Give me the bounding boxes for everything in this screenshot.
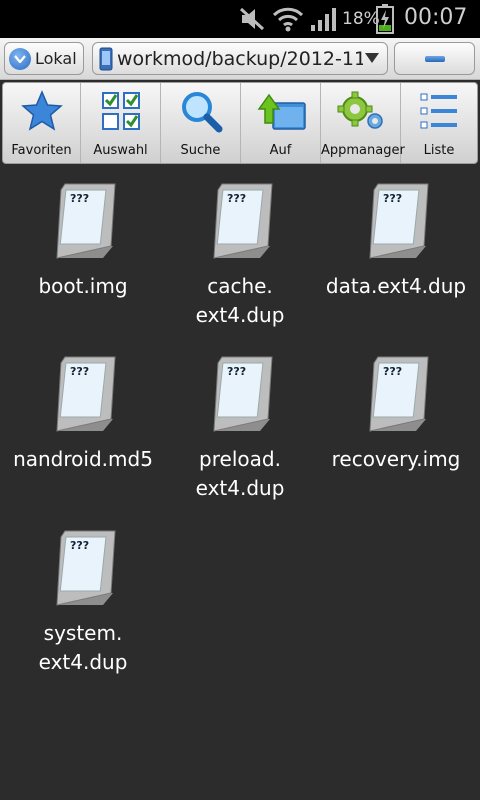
battery-percent: 18% (342, 9, 380, 29)
gears-icon (337, 91, 383, 129)
dropdown-arrow-icon (365, 53, 379, 63)
battery-charging-icon (376, 4, 394, 34)
file-name: nandroid.md5 (13, 447, 153, 471)
phone-icon (99, 47, 113, 70)
appmanager-label: Appmanager (321, 143, 405, 158)
toolbar: Favoriten Auswahl Suche Auf Appmanager L… (2, 82, 478, 164)
file-item[interactable]: ??? cache. ext4.dup (162, 180, 318, 330)
unknown-file-icon: ??? (369, 183, 429, 259)
file-name: recovery.img (331, 447, 461, 471)
chevron-down-icon (9, 47, 31, 70)
wifi-icon (272, 7, 304, 32)
favorites-label: Favoriten (11, 143, 72, 158)
status-bar: 18% 00:07 (0, 0, 480, 38)
select-label: Auswahl (93, 143, 148, 158)
svg-text:???: ??? (383, 365, 402, 378)
list-view-button[interactable]: Liste (401, 83, 477, 163)
svg-text:???: ??? (227, 365, 246, 378)
svg-text:???: ??? (383, 192, 402, 205)
select-button[interactable]: Auswahl (81, 83, 161, 163)
file-item[interactable]: ??? data.ext4.dup (318, 180, 474, 301)
file-name: system. ext4.dup (38, 621, 128, 674)
file-item[interactable]: ??? boot.img (5, 180, 161, 301)
up-button[interactable]: Auf (241, 83, 321, 163)
mute-icon (239, 7, 265, 31)
path-bar: Lokal workmod/backup/2012-11- (0, 38, 480, 80)
list-view-label: Liste (423, 143, 455, 158)
file-item[interactable]: ??? preload. ext4.dup (162, 353, 318, 503)
svg-text:???: ??? (70, 539, 89, 552)
unknown-file-icon: ??? (369, 356, 429, 432)
file-item[interactable]: ??? nandroid.md5 (5, 353, 161, 474)
search-button[interactable]: Suche (161, 83, 241, 163)
unknown-file-icon: ??? (213, 356, 273, 432)
location-button[interactable]: Lokal (4, 42, 84, 75)
file-item[interactable]: ??? recovery.img (318, 353, 474, 474)
svg-text:???: ??? (70, 365, 89, 378)
minus-icon (424, 55, 445, 62)
folder-up-icon (257, 93, 306, 130)
up-label: Auf (269, 143, 292, 158)
file-name: cache. ext4.dup (195, 274, 285, 327)
unknown-file-icon: ??? (56, 183, 116, 259)
search-label: Suche (180, 143, 221, 158)
signal-icon (311, 8, 336, 31)
file-item[interactable]: ??? system. ext4.dup (5, 527, 161, 677)
file-name: data.ext4.dup (325, 274, 467, 298)
list-view-icon (420, 93, 457, 129)
unknown-file-icon: ??? (56, 530, 116, 606)
checklist-icon (101, 92, 140, 130)
path-dropdown[interactable]: workmod/backup/2012-11- (92, 42, 388, 75)
unknown-file-icon: ??? (213, 183, 273, 259)
path-text: workmod/backup/2012-11- (117, 47, 363, 70)
location-label: Lokal (35, 49, 77, 68)
magnifier-icon (181, 92, 222, 133)
svg-text:???: ??? (70, 192, 89, 205)
clock: 00:07 (404, 5, 468, 30)
unknown-file-icon: ??? (56, 356, 116, 432)
appmanager-button[interactable]: Appmanager (321, 83, 405, 163)
file-name: boot.img (38, 274, 128, 298)
svg-text:???: ??? (227, 192, 246, 205)
file-name: preload. ext4.dup (195, 447, 285, 500)
minimize-button[interactable] (394, 42, 475, 75)
favorites-button[interactable]: Favoriten (3, 83, 81, 163)
star-icon (20, 90, 63, 131)
